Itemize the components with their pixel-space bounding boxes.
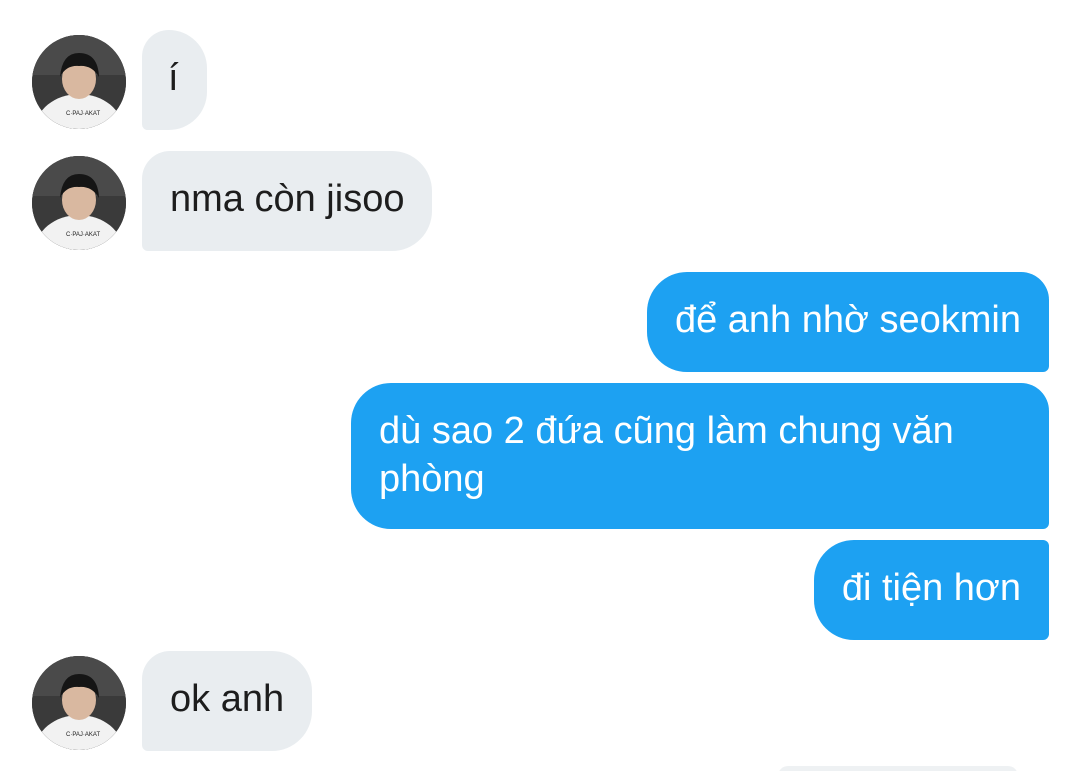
incoming-message-bubble[interactable]: í (142, 30, 207, 130)
message-text: í (168, 57, 179, 99)
partial-message-bubble (778, 766, 1018, 771)
message-text: ok anh (170, 678, 285, 720)
avatar[interactable]: C·PAJ·AKAT (32, 35, 126, 129)
message-text: để anh nhờ seokmin (674, 299, 1021, 341)
message-text: nma còn jisoo (170, 178, 405, 220)
outgoing-message-bubble[interactable]: để anh nhờ seokmin (646, 272, 1049, 372)
avatar[interactable]: C·PAJ·AKAT (32, 156, 126, 250)
avatar-image: C·PAJ·AKAT (32, 35, 126, 129)
avatar-image: C·PAJ·AKAT (32, 656, 126, 750)
conversation-thread: C·PAJ·AKAT í C·PAJ·AKAT nma còn jisoo để… (0, 0, 1080, 771)
outgoing-message-bubble[interactable]: đi tiện hơn (813, 540, 1049, 640)
avatar-shirt-text: C·PAJ·AKAT (66, 732, 100, 738)
avatar-shirt-text: C·PAJ·AKAT (66, 232, 100, 238)
avatar-image: C·PAJ·AKAT (32, 156, 126, 250)
message-text: đi tiện hơn (841, 567, 1021, 609)
incoming-message-bubble[interactable]: ok anh (142, 651, 313, 751)
outgoing-message-bubble[interactable]: dù sao 2 đứa cũng làm chung văn phòng (351, 383, 1049, 529)
message-text: dù sao 2 đứa cũng làm chung văn phòng (379, 410, 954, 500)
avatar[interactable]: C·PAJ·AKAT (32, 656, 126, 750)
avatar-shirt-text: C·PAJ·AKAT (66, 111, 100, 117)
incoming-message-bubble[interactable]: nma còn jisoo (142, 151, 433, 251)
